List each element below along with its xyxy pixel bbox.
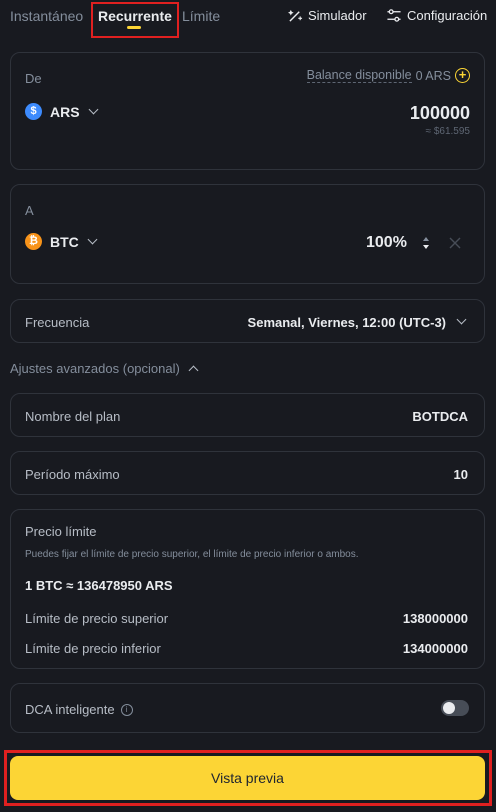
info-icon[interactable]: i [120,703,133,716]
preview-button-label: Vista previa [211,770,284,786]
tab-limit[interactable]: Límite [182,8,220,24]
plan-name-field[interactable]: Nombre del plan BOTDCA [10,393,485,437]
advanced-toggle[interactable]: Ajustes avanzados (opcional) [10,361,199,376]
upper-limit-label: Límite de precio superior [25,611,169,626]
max-period-value: 10 [453,467,468,482]
from-card: De Balance disponible 0 ARS + $ ARS 1000… [10,52,485,170]
price-limit-description: Puedes fijar el límite de precio superio… [25,549,359,560]
price-limit-title: Precio límite [25,524,97,539]
plan-name-value: BOTDCA [412,409,468,424]
ars-coin-icon: $ [25,103,42,120]
frequency-select[interactable]: Frecuencia Semanal, Viernes, 12:00 (UTC-… [10,299,485,343]
magic-wand-icon [288,9,303,22]
balance-label: Balance disponible [306,68,412,83]
from-currency-select[interactable]: $ ARS [25,103,99,120]
percent-stepper-icon[interactable] [422,236,430,255]
remove-icon[interactable] [449,236,461,254]
btc-coin-icon: ₿ [25,233,42,250]
tab-recurring[interactable]: Recurrente [98,8,172,24]
upper-limit-input[interactable]: 138000000 [403,611,468,626]
active-tab-indicator [127,26,141,29]
smart-dca-row: DCA inteligente i [25,702,133,717]
smart-dca-label: DCA inteligente [25,702,115,717]
plan-name-label: Nombre del plan [25,409,121,424]
from-amount-approx: ≈ $61.595 [425,126,470,137]
chevron-down-icon [88,104,99,115]
lower-limit-input[interactable]: 134000000 [403,641,468,656]
price-limit-card: Precio límite Puedes fijar el límite de … [10,509,485,669]
smart-dca-toggle[interactable] [441,700,469,716]
chevron-up-icon [188,365,199,376]
price-rate: 1 BTC ≈ 136478950 ARS [25,578,173,593]
from-label: De [25,71,42,86]
chevron-down-icon [87,234,98,245]
lower-limit-label: Límite de precio inferior [25,641,161,656]
frequency-label: Frecuencia [25,315,90,330]
to-percent-input[interactable]: 100% [366,234,407,252]
advanced-label: Ajustes avanzados (opcional) [10,361,180,376]
chevron-down-icon [456,314,467,325]
balance-row: Balance disponible 0 ARS + [306,68,470,83]
from-amount-input[interactable]: 100000 [410,103,470,124]
simulator-button[interactable]: Simulador [288,8,367,23]
to-currency-select[interactable]: ₿ BTC [25,233,98,250]
max-period-field[interactable]: Período máximo 10 [10,451,485,495]
to-currency: BTC [50,233,79,250]
add-funds-icon[interactable]: + [455,68,470,83]
simulator-label: Simulador [308,8,367,23]
balance-value: 0 ARS [415,68,451,83]
settings-button[interactable]: Configuración [386,8,487,23]
smart-dca-card: DCA inteligente i [10,683,485,733]
from-currency: ARS [50,103,80,120]
settings-label: Configuración [407,8,488,23]
to-label: A [25,203,34,218]
sliders-icon [387,9,401,22]
max-period-label: Período máximo [25,467,120,482]
preview-button[interactable]: Vista previa [10,756,485,800]
frequency-value: Semanal, Viernes, 12:00 (UTC-3) [247,315,446,330]
toggle-knob [443,702,455,714]
tab-instant[interactable]: Instantáneo [10,8,83,24]
to-card: A ₿ BTC 100% [10,184,485,284]
